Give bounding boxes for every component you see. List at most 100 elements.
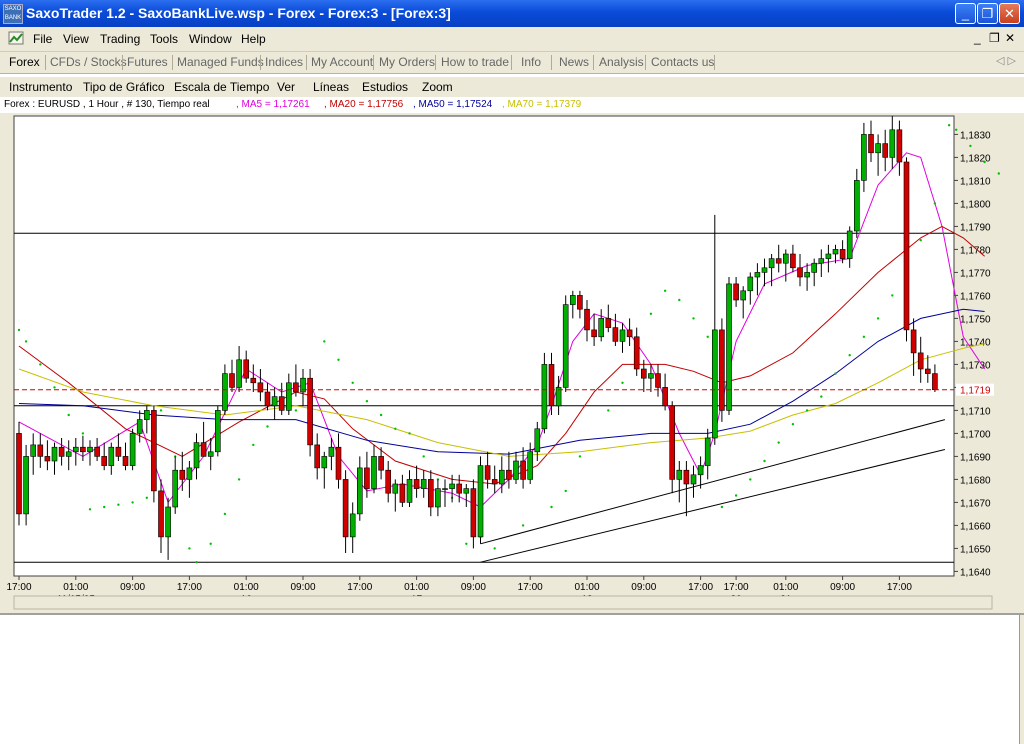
candle-body (612, 327, 619, 342)
sar-dot (195, 561, 198, 564)
candle-body (136, 419, 143, 434)
sar-dot (131, 501, 134, 504)
menu-trading[interactable]: Trading (100, 32, 140, 46)
x-tick-time: 01:00 (63, 582, 88, 593)
app-logo-icon: SAXO BANK (3, 4, 23, 24)
instrument-info: Forex : EURUSD , 1 Hour , # 130, Tiempo … (4, 99, 210, 110)
sar-dot (145, 496, 148, 499)
candle-body (839, 249, 846, 259)
sar-dot (323, 340, 326, 343)
y-tick-label: 1,1770 (960, 268, 991, 279)
x-tick-time: 01:00 (404, 582, 429, 593)
sar-dot (422, 455, 425, 458)
sar-dot (266, 425, 269, 428)
y-tick-label: 1,1780 (960, 245, 991, 256)
mdi-close-button[interactable]: ✕ (1005, 31, 1015, 45)
tab-managed-funds[interactable]: Managed Funds (177, 55, 264, 69)
candle-body (903, 161, 910, 331)
sar-dot (649, 312, 653, 315)
price-chart[interactable]: 1,1640 1,1650 1,1660 1,1670 1,1680 1,1690 1,17… (0, 113, 1024, 613)
candle-body (165, 506, 171, 538)
candle-body (498, 469, 505, 485)
sar-dot (791, 423, 795, 426)
x-tick-time: 17:00 (887, 582, 912, 593)
candle-body (818, 258, 825, 264)
minimize-button[interactable]: _ (955, 3, 976, 24)
chart-menu-estudios[interactable]: Estudios (362, 80, 408, 94)
sar-dot (564, 489, 567, 493)
candle-body (506, 469, 512, 480)
candle-body (754, 272, 761, 278)
ma5-value: , MA5 = 1,17261 (236, 99, 310, 110)
ma70-value: , MA70 = 1,17379 (502, 99, 582, 110)
menu-tools[interactable]: Tools (150, 32, 178, 46)
close-button[interactable]: ✕ (999, 3, 1020, 24)
candle-body (569, 295, 576, 305)
candle-body (349, 513, 356, 538)
candle-body (825, 253, 832, 259)
candle-body (80, 446, 86, 453)
x-tick-time: 09:00 (290, 582, 315, 593)
candle-body (740, 290, 747, 301)
chart-menu-lineas[interactable]: Líneas (313, 80, 349, 94)
candle-body (910, 329, 917, 354)
x-tick-time: 17:00 (724, 582, 749, 593)
candle-body (562, 304, 569, 388)
candle (719, 318, 725, 422)
candle-body (243, 359, 249, 379)
tab-cfds-stocks[interactable]: CFDs / Stocks (50, 55, 127, 69)
y-tick-label: 1,1750 (960, 314, 991, 325)
tab-analysis[interactable]: Analysis (599, 55, 644, 69)
chart-menu-ver[interactable]: Ver (277, 80, 295, 94)
y-tick-label: 1,1820 (960, 153, 991, 164)
candle (669, 401, 676, 494)
candle-body (584, 308, 590, 331)
sar-dot (159, 409, 163, 412)
candle (23, 444, 29, 526)
tab-my-account[interactable]: My Account (311, 55, 373, 69)
x-tick-time: 17:00 (518, 582, 543, 593)
menu-view[interactable]: View (63, 32, 89, 46)
candle-body (733, 283, 739, 301)
candle-body (697, 465, 704, 476)
y-tick-label: 1,1670 (960, 498, 991, 509)
x-tick-time: 01:00 (574, 582, 599, 593)
candle-body (314, 444, 321, 469)
y-tick-label: 1,1730 (960, 360, 991, 371)
candle-body (896, 129, 903, 163)
candle-body (711, 329, 718, 439)
chart-window-icon[interactable] (8, 30, 24, 46)
tab-forex[interactable]: Forex (9, 55, 40, 69)
candle-body (875, 143, 881, 154)
chart-menu-tipo-grafico[interactable]: Tipo de Gráfico (83, 80, 165, 94)
tab-futures[interactable]: Futures (127, 55, 168, 69)
chart-menu-zoom[interactable]: Zoom (422, 80, 453, 94)
mdi-minimize-button[interactable]: _ (974, 31, 981, 45)
tab-contacts-us[interactable]: Contacts us (651, 55, 714, 69)
tab-how-to-trade[interactable]: How to trade (441, 55, 509, 69)
tab-indices[interactable]: Indices (265, 55, 303, 69)
candle-body (378, 456, 384, 471)
tab-scroll-arrows-icon[interactable]: ◁ ▷ (996, 54, 1016, 67)
candle-body (236, 359, 242, 388)
maximize-button[interactable]: ❐ (977, 3, 998, 24)
tab-my-orders[interactable]: My Orders (379, 55, 435, 69)
chart-menu-escala-tiempo[interactable]: Escala de Tiempo (174, 80, 269, 94)
menu-window[interactable]: Window (189, 32, 232, 46)
chart-info-line: Forex : EURUSD , 1 Hour , # 130, Tiempo … (0, 97, 1024, 113)
menu-bar: File View Trading Tools Window Help _ ❐ … (0, 27, 1024, 52)
menu-file[interactable]: File (33, 32, 52, 46)
candle-body (484, 465, 491, 480)
candle-body (207, 451, 214, 457)
tab-news[interactable]: News (559, 55, 589, 69)
candle-body (328, 446, 335, 457)
sar-dot (493, 547, 496, 550)
menu-help[interactable]: Help (241, 32, 266, 46)
candle-body (541, 364, 548, 430)
chart-menu-instrumento[interactable]: Instrumento (9, 80, 72, 94)
candle (16, 421, 22, 526)
candle-body (406, 479, 413, 503)
sar-dot (749, 478, 752, 481)
tab-info[interactable]: Info (521, 55, 541, 69)
mdi-restore-button[interactable]: ❐ (989, 31, 1000, 45)
